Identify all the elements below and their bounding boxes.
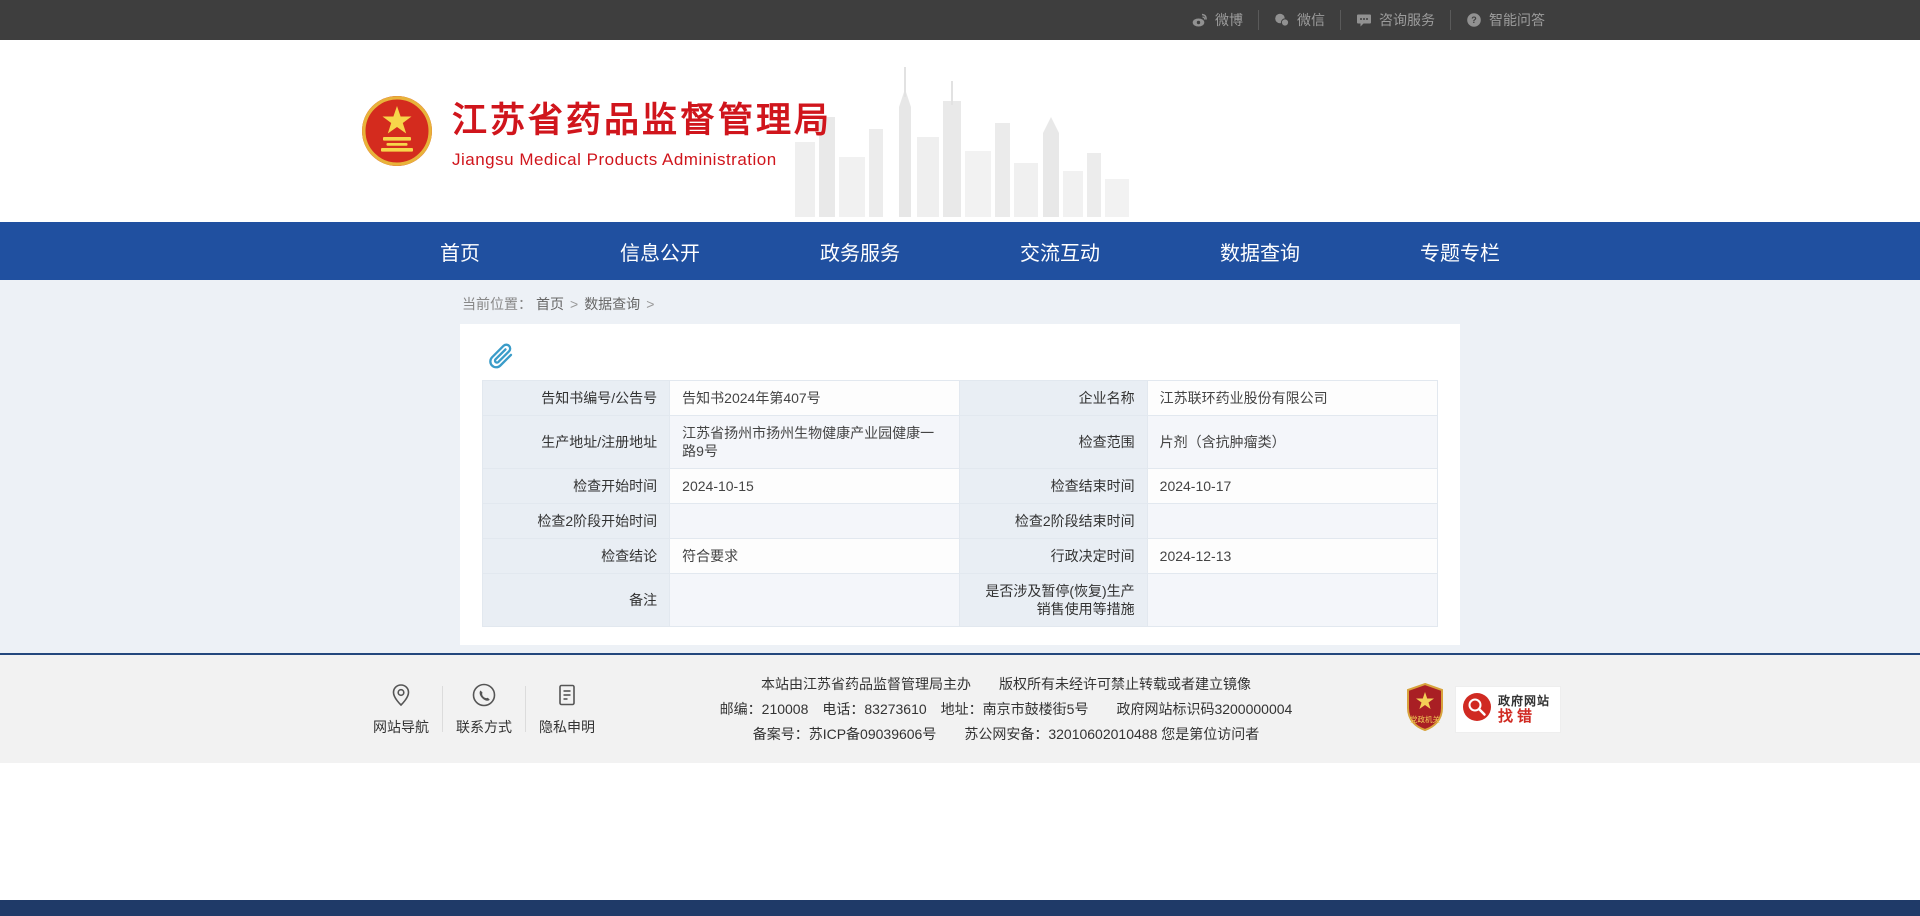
badge-text-line1: 政府网站 [1498, 694, 1550, 709]
nav-item-gov-services[interactable]: 政务服务 [760, 222, 960, 280]
detail-card: 告知书编号/公告号 告知书2024年第407号 企业名称 江苏联环药业股份有限公… [460, 324, 1460, 645]
field-label: 检查结论 [483, 539, 670, 574]
topbar-item-label: 微博 [1215, 10, 1243, 30]
topbar-item-consult[interactable]: 咨询服务 [1340, 10, 1450, 30]
nav-item-special-topics[interactable]: 专题专栏 [1360, 222, 1560, 280]
footer-link-privacy[interactable]: 隐私申明 [526, 682, 608, 737]
breadcrumb-label: 当前位置： [462, 296, 532, 312]
main-content-area: 当前位置：首页 > 数据查询 > 告知书编号/公告号 告知书2024年第407号 企业… [0, 280, 1920, 653]
site-header: 江苏省药品监督管理局 Jiangsu Medical Products Admi… [0, 40, 1920, 222]
footer-link-sitemap[interactable]: 网站导航 [360, 682, 442, 737]
footer-badges: 党政机关 政府网站 找错 [1404, 682, 1560, 737]
footer-link-label: 联系方式 [456, 717, 512, 737]
party-badge-text: 党政机关 [1410, 714, 1440, 724]
table-row: 检查开始时间 2024-10-15 检查结束时间 2024-10-17 [483, 469, 1438, 504]
site-subtitle: Jiangsu Medical Products Administration [452, 150, 832, 170]
field-value [1147, 574, 1437, 627]
bottom-white-spacer [0, 763, 1920, 900]
footer-link-contact[interactable]: 联系方式 [443, 682, 525, 737]
party-government-badge[interactable]: 党政机关 [1404, 682, 1446, 737]
footer-line-address: 邮编：210008 电话：83273610 地址：南京市鼓楼街5号 政府网站标识… [618, 697, 1394, 722]
breadcrumb-separator: > [570, 296, 578, 312]
national-emblem-logo [360, 94, 434, 168]
footer-links: 网站导航 联系方式 隐私申明 [360, 682, 608, 737]
breadcrumb-home-link[interactable]: 首页 [536, 296, 564, 312]
gov-site-error-report-badge[interactable]: 政府网站 找错 [1456, 687, 1560, 732]
wechat-icon [1274, 12, 1290, 28]
field-value: 告知书2024年第407号 [670, 381, 960, 416]
field-label: 生产地址/注册地址 [483, 416, 670, 469]
field-value: 江苏省扬州市扬州生物健康产业园健康一路9号 [670, 416, 960, 469]
field-label: 企业名称 [960, 381, 1147, 416]
field-label: 是否涉及暂停(恢复)生产销售使用等措施 [960, 574, 1147, 627]
consult-icon [1356, 12, 1372, 28]
nav-item-data-query[interactable]: 数据查询 [1160, 222, 1360, 280]
topbar-item-label: 智能问答 [1489, 10, 1545, 30]
field-value [1147, 504, 1437, 539]
topbar-item-label: 咨询服务 [1379, 10, 1435, 30]
nav-item-home[interactable]: 首页 [360, 222, 560, 280]
field-value: 2024-10-15 [670, 469, 960, 504]
field-label: 检查2阶段结束时间 [960, 504, 1147, 539]
link-icon [486, 342, 514, 370]
footer-link-label: 网站导航 [373, 717, 429, 737]
svg-text:?: ? [1471, 15, 1477, 25]
table-row: 备注 是否涉及暂停(恢复)生产销售使用等措施 [483, 574, 1438, 627]
field-value: 2024-12-13 [1147, 539, 1437, 574]
footer-line-host: 本站由江苏省药品监督管理局主办 版权所有未经许可禁止转载或者建立镜像 [618, 672, 1394, 697]
field-label: 行政决定时间 [960, 539, 1147, 574]
field-value [670, 504, 960, 539]
breadcrumb: 当前位置：首页 > 数据查询 > [460, 294, 1460, 314]
field-label: 检查2阶段开始时间 [483, 504, 670, 539]
footer-info: 本站由江苏省药品监督管理局主办 版权所有未经许可禁止转载或者建立镜像 邮编：21… [608, 672, 1404, 747]
table-row: 告知书编号/公告号 告知书2024年第407号 企业名称 江苏联环药业股份有限公… [483, 381, 1438, 416]
table-row: 检查结论 符合要求 行政决定时间 2024-12-13 [483, 539, 1438, 574]
site-title-block: 江苏省药品监督管理局 Jiangsu Medical Products Admi… [452, 92, 832, 170]
table-row: 生产地址/注册地址 江苏省扬州市扬州生物健康产业园健康一路9号 检查范围 片剂（… [483, 416, 1438, 469]
field-label: 检查结束时间 [960, 469, 1147, 504]
inspection-detail-table: 告知书编号/公告号 告知书2024年第407号 企业名称 江苏联环药业股份有限公… [482, 380, 1438, 627]
nav-item-info-disclosure[interactable]: 信息公开 [560, 222, 760, 280]
site-title: 江苏省药品监督管理局 [452, 92, 832, 143]
nav-item-interaction[interactable]: 交流互动 [960, 222, 1160, 280]
field-label: 备注 [483, 574, 670, 627]
field-label: 检查开始时间 [483, 469, 670, 504]
breadcrumb-section-link[interactable]: 数据查询 [584, 296, 640, 312]
topbar-item-qa[interactable]: ? 智能问答 [1450, 10, 1560, 30]
phone-icon [471, 682, 497, 708]
topbar-item-weibo[interactable]: 微博 [1177, 10, 1258, 30]
footer-line-icp: 备案号：苏ICP备09039606号 苏公网安备：32010602010488 … [618, 722, 1394, 747]
footer-link-label: 隐私申明 [539, 717, 595, 737]
page: 微博 微信 咨询服务 ? 智能问答 [0, 0, 1920, 916]
topbar-item-label: 微信 [1297, 10, 1325, 30]
field-value: 片剂（含抗肿瘤类） [1147, 416, 1437, 469]
topbar-item-wechat[interactable]: 微信 [1258, 10, 1340, 30]
site-footer: 网站导航 联系方式 隐私申明 本站由江苏省药品监 [0, 653, 1920, 763]
top-utility-bar: 微博 微信 咨询服务 ? 智能问答 [0, 0, 1920, 40]
weibo-icon [1192, 12, 1208, 28]
field-value: 江苏联环药业股份有限公司 [1147, 381, 1437, 416]
breadcrumb-separator: > [646, 296, 654, 312]
badge-text-line2: 找错 [1498, 709, 1550, 724]
field-value [670, 574, 960, 627]
field-value: 2024-10-17 [1147, 469, 1437, 504]
main-navigation: 首页 信息公开 政务服务 交流互动 数据查询 专题专栏 [0, 222, 1920, 280]
field-value: 符合要求 [670, 539, 960, 574]
document-icon [554, 682, 580, 708]
qa-icon: ? [1466, 12, 1482, 28]
location-pin-icon [388, 682, 414, 708]
bottom-bar [0, 900, 1920, 916]
table-row: 检查2阶段开始时间 检查2阶段结束时间 [483, 504, 1438, 539]
magnifier-seal-icon [1462, 692, 1492, 727]
field-label: 告知书编号/公告号 [483, 381, 670, 416]
field-label: 检查范围 [960, 416, 1147, 469]
